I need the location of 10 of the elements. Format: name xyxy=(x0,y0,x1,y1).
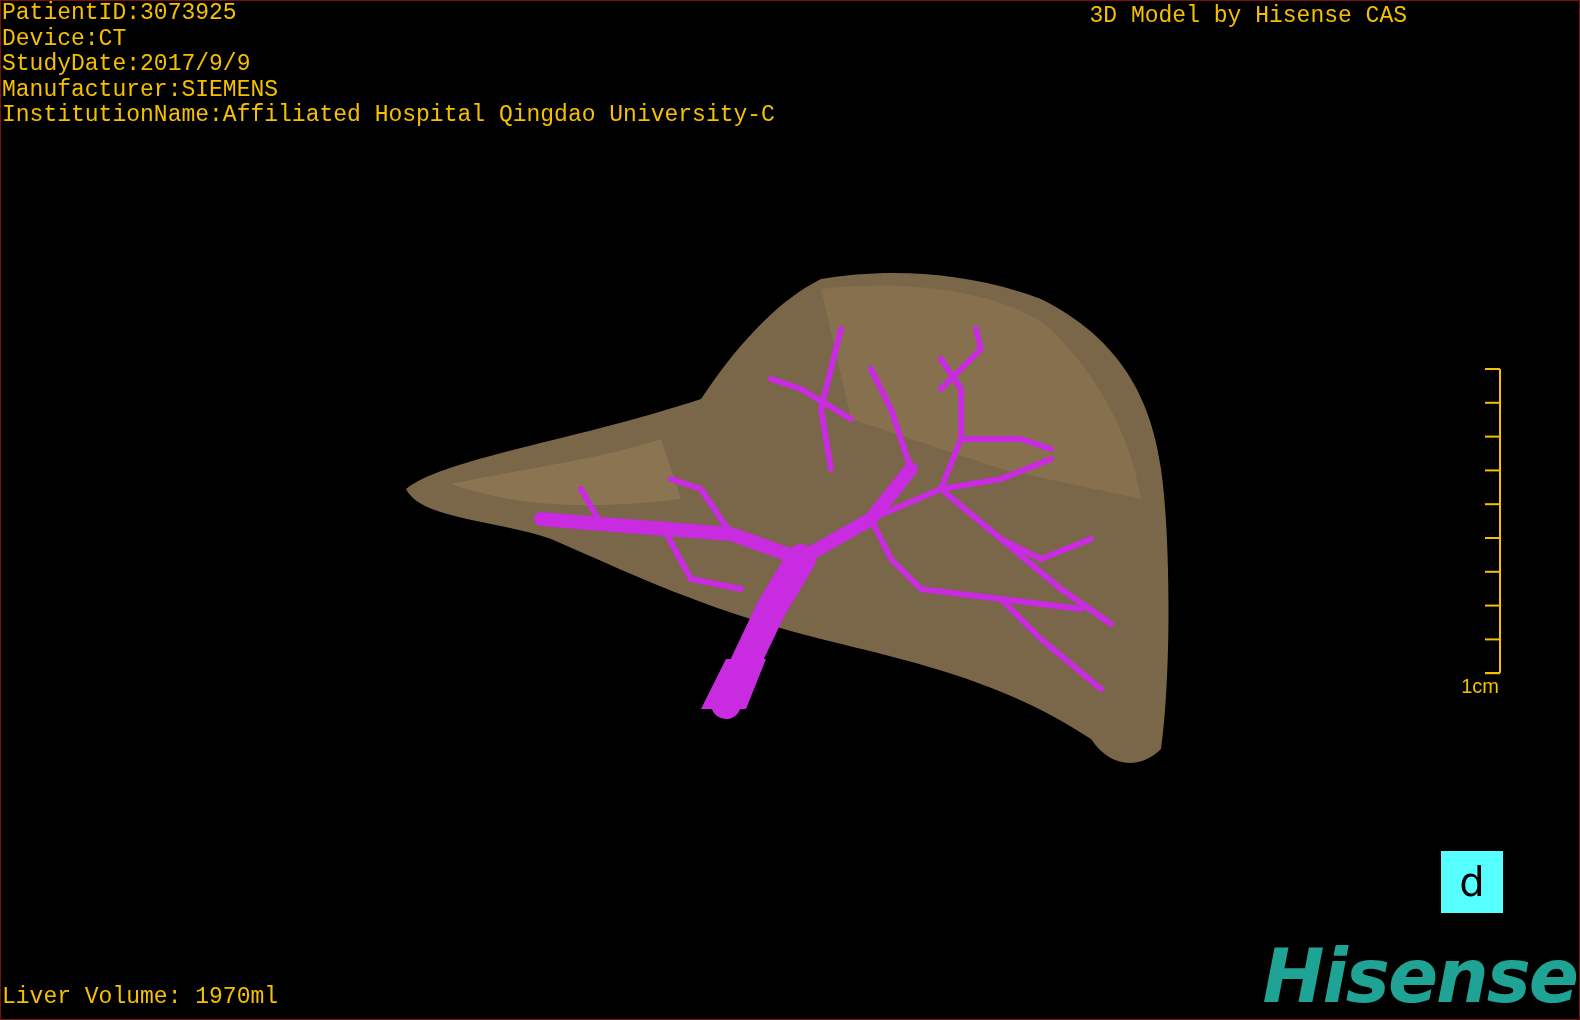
logo: Hisense xyxy=(1262,939,1577,1013)
scale-label: 1cm xyxy=(1461,674,1499,697)
model-title: 3D Model by Hisense CAS xyxy=(1089,2,1407,31)
info-text: PatientID:3073925 xyxy=(2,1,238,27)
info-text: Manufacturer:SIEMENS xyxy=(2,77,280,103)
liver-volume-text: Liver Volume: 1970ml xyxy=(1,983,279,1011)
orientation-marker: d xyxy=(1441,851,1503,913)
info-text: Device:CT xyxy=(2,26,128,52)
info-text: InstitutionName:Affiliated Hospital Qingdao University-C xyxy=(2,103,775,129)
info-text: StudyDate:2017/9/9 xyxy=(2,52,252,78)
